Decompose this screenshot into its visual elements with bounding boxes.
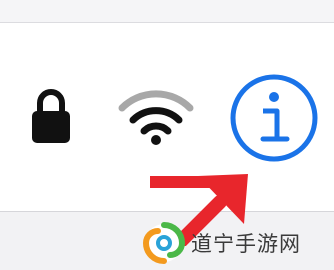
top-bar: [0, 0, 334, 22]
status-panel-screenshot: 道宁手游网: [0, 0, 334, 270]
lock-icon: [32, 89, 70, 143]
info-icon[interactable]: [228, 72, 320, 164]
swirl-logo: [143, 222, 185, 264]
wifi-icon: [118, 90, 194, 145]
watermark-text: 道宁手游网: [191, 232, 301, 256]
watermark: 道宁手游网: [143, 220, 333, 266]
